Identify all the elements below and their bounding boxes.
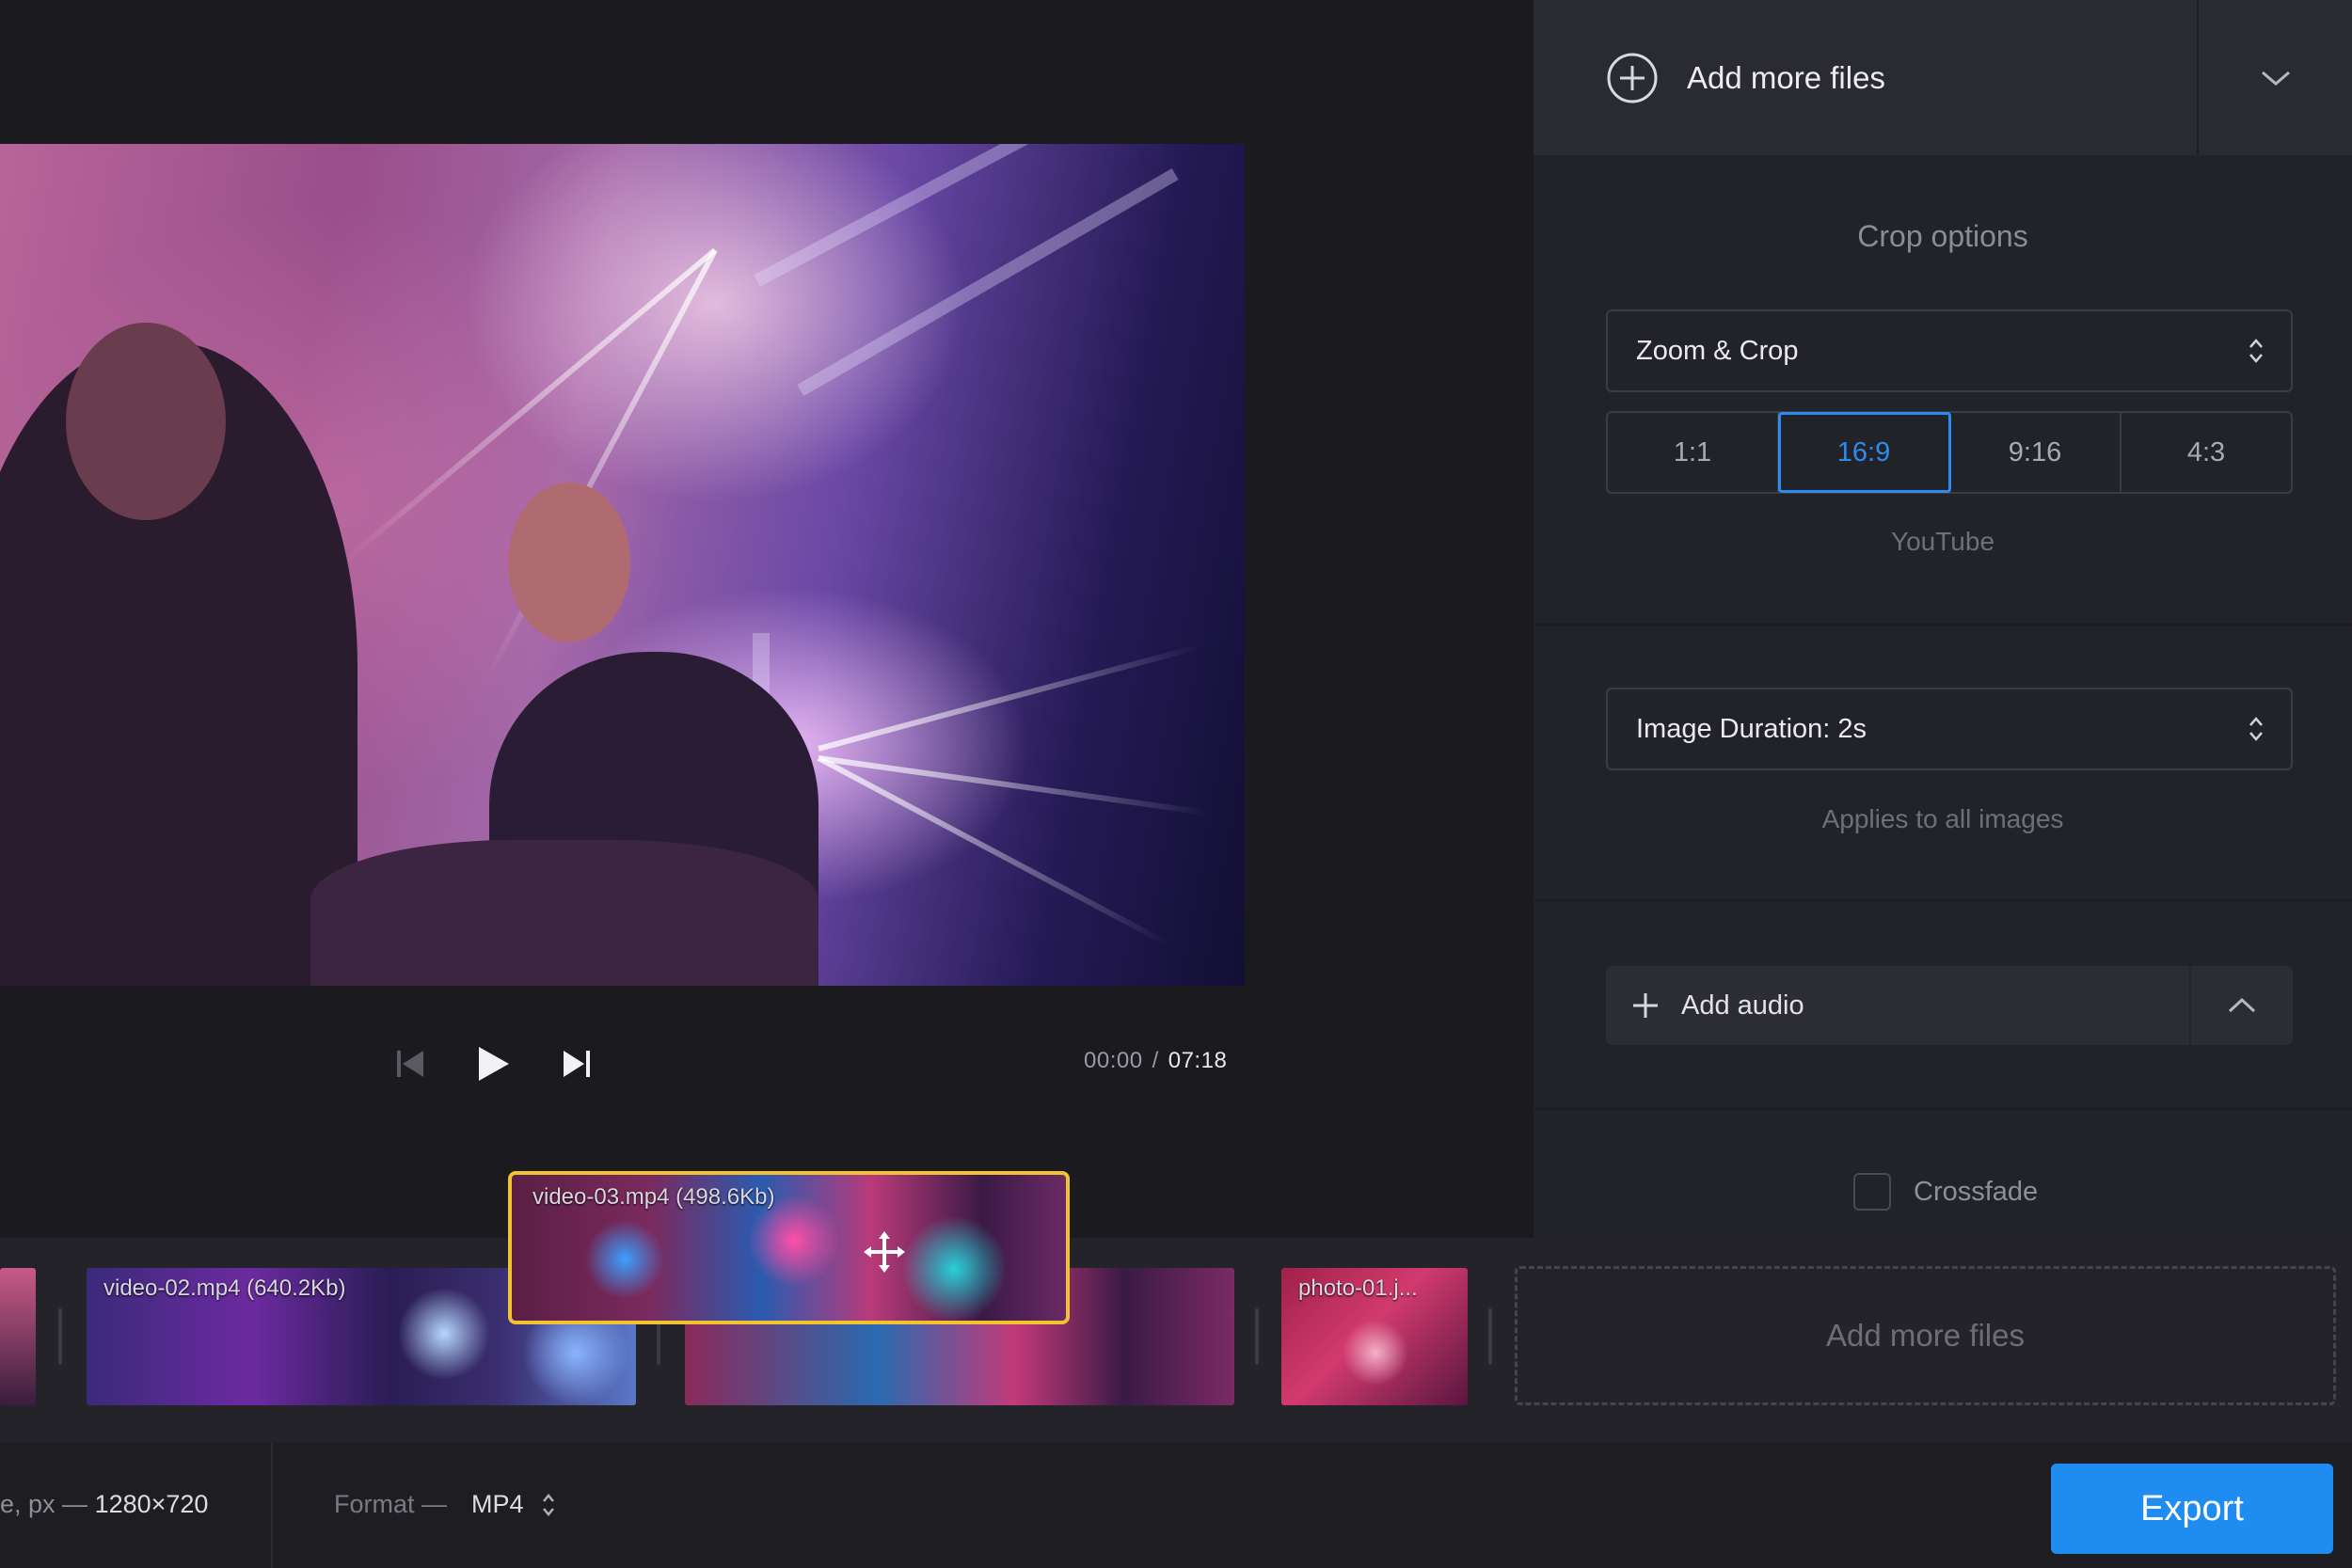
- video-preview[interactable]: [0, 144, 1245, 986]
- resolution-setting[interactable]: e, px — 1280×720: [0, 1490, 208, 1519]
- section-divider: [1534, 1108, 2352, 1110]
- crossfade-checkbox[interactable]: [1853, 1173, 1891, 1211]
- clip-separator[interactable]: [58, 1308, 62, 1365]
- preview-area: 00:00 / 07:18: [0, 0, 1534, 1238]
- clip-name: photo-01.j...: [1298, 1275, 1418, 1301]
- ratio-16-9-button[interactable]: 16:9: [1778, 412, 1951, 493]
- ratio-4-3-button[interactable]: 4:3: [2122, 413, 2291, 492]
- play-icon: [479, 1047, 509, 1081]
- crop-mode-value: Zoom & Crop: [1636, 335, 1799, 366]
- crop-mode-select[interactable]: Zoom & Crop: [1606, 309, 2293, 392]
- crossfade-option[interactable]: Crossfade: [1853, 1173, 2038, 1211]
- add-more-files-label: Add more files: [1687, 59, 1885, 95]
- collapse-audio-button[interactable]: [2191, 966, 2293, 1045]
- format-label: Format —: [334, 1490, 448, 1518]
- resolution-value: 1280×720: [94, 1490, 209, 1518]
- drummer-head: [508, 483, 630, 642]
- chevron-up-icon: [2228, 997, 2256, 1013]
- ratio-hint: YouTube: [1890, 527, 1995, 556]
- select-updown-icon: [2249, 339, 2263, 363]
- timecode: 00:00 / 07:18: [1084, 1048, 1227, 1074]
- light-beam: [818, 643, 1201, 752]
- clip-photo-01[interactable]: photo-01.j...: [1281, 1268, 1468, 1405]
- timeline: video-02.mp4 (640.2Kb) photo-01.j... Add…: [0, 1238, 2352, 1443]
- image-duration-hint: Applies to all images: [1821, 804, 2064, 833]
- aspect-ratio-group: 1:1 16:9 9:16 4:3: [1606, 411, 2293, 494]
- select-updown-icon: [542, 1493, 554, 1516]
- ratio-1-1-button[interactable]: 1:1: [1608, 413, 1779, 492]
- clip-separator[interactable]: [1255, 1308, 1259, 1365]
- export-button[interactable]: Export: [2051, 1464, 2333, 1554]
- select-updown-icon: [2249, 717, 2263, 741]
- format-value: MP4: [471, 1490, 524, 1518]
- crop-options-title: Crop options: [1857, 219, 2028, 253]
- skip-back-icon: [397, 1051, 423, 1077]
- settings-sidebar: Add more files Crop options Zoom & Crop …: [1534, 0, 2352, 1238]
- play-button[interactable]: [466, 1037, 518, 1090]
- plus-icon: [1633, 993, 1658, 1018]
- guitarist-head: [66, 323, 226, 520]
- stage-truss: [754, 144, 1109, 287]
- skip-forward-button[interactable]: [550, 1037, 603, 1090]
- bottom-divider: [271, 1443, 273, 1568]
- move-cursor-icon: [864, 1231, 905, 1273]
- bottom-bar: e, px — 1280×720 Format — MP4 Export: [0, 1443, 2352, 1568]
- section-divider: [1534, 624, 2352, 626]
- drum-kit: [310, 840, 818, 986]
- sidebar-header: Add more files: [1534, 0, 2352, 155]
- resolution-label: e, px —: [0, 1490, 88, 1518]
- add-more-files-button[interactable]: Add more files: [1534, 0, 2197, 155]
- stage-truss: [797, 167, 1179, 397]
- add-more-files-dropzone[interactable]: Add more files: [1515, 1266, 2336, 1405]
- add-audio-button[interactable]: Add audio: [1681, 990, 1804, 1022]
- plus-circle-icon: [1607, 53, 1658, 103]
- current-time: 00:00: [1084, 1048, 1143, 1073]
- selected-clip[interactable]: video-03.mp4 (498.6Kb): [508, 1171, 1070, 1324]
- expand-files-button[interactable]: [2199, 0, 2352, 155]
- time-separator: /: [1152, 1048, 1159, 1073]
- format-select[interactable]: Format — MP4: [334, 1490, 556, 1519]
- skip-forward-icon: [564, 1051, 590, 1077]
- chevron-down-icon: [2261, 71, 2290, 86]
- add-audio-bar: Add audio: [1606, 966, 2293, 1045]
- clip-separator[interactable]: [1488, 1308, 1492, 1365]
- image-duration-select[interactable]: Image Duration: 2s: [1606, 688, 2293, 770]
- selected-clip-name: video-03.mp4 (498.6Kb): [532, 1184, 775, 1210]
- ratio-9-16-button[interactable]: 9:16: [1950, 413, 2122, 492]
- video-editor: 00:00 / 07:18 Add more files Crop options: [0, 0, 2352, 1568]
- section-divider: [1534, 899, 2352, 901]
- total-time: 07:18: [1168, 1048, 1228, 1073]
- skip-back-button[interactable]: [384, 1037, 437, 1090]
- crossfade-label: Crossfade: [1914, 1176, 2039, 1207]
- image-duration-value: Image Duration: 2s: [1636, 713, 1867, 744]
- clip-partial[interactable]: [0, 1268, 36, 1405]
- clip-name: video-02.mp4 (640.2Kb): [103, 1275, 346, 1301]
